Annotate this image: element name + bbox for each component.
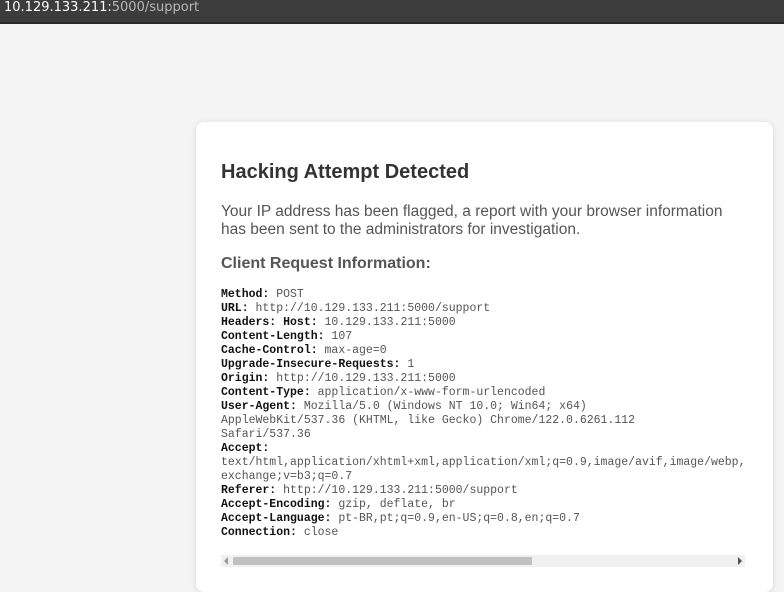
request-field-value: http://10.129.133.211:5000/support <box>248 302 491 315</box>
request-field-value: pt-BR,pt;q=0.9,en-US;q=0.8,en;q=0.7 <box>331 512 580 525</box>
url-host: 10.129.133.211: <box>4 0 112 15</box>
request-field-value: gzip, deflate, br <box>331 498 456 511</box>
request-field: Accept-Language: pt-BR,pt;q=0.9,en-US;q=… <box>221 512 580 525</box>
request-info-text: Method: POST URL: http://10.129.133.211:… <box>221 288 745 540</box>
request-field-key: Referer: <box>221 484 277 497</box>
request-field: Content-Length: 107 <box>221 330 352 343</box>
scroll-left-icon[interactable] <box>224 557 228 565</box>
request-info-box[interactable]: Method: POST URL: http://10.129.133.211:… <box>221 288 745 554</box>
horizontal-scrollbar[interactable] <box>221 555 745 567</box>
alert-card: Hacking Attempt Detected Your IP address… <box>196 122 773 592</box>
request-field-key: Origin: <box>221 372 270 385</box>
request-field: Headers: Host: 10.129.133.211:5000 <box>221 316 456 329</box>
page-title: Hacking Attempt Detected <box>221 161 470 183</box>
request-field: Cache-Control: max-age=0 <box>221 344 387 357</box>
scroll-right-icon[interactable] <box>738 557 742 565</box>
request-field-key: User-Agent: <box>221 400 297 413</box>
request-field-value: 10.129.133.211:5000 <box>317 316 456 329</box>
request-field-key: Accept-Encoding: <box>221 498 332 511</box>
request-field: Upgrade-Insecure-Requests: 1 <box>221 358 414 371</box>
request-field-value: POST <box>269 288 304 301</box>
request-field-value: 1 <box>400 358 415 371</box>
request-field-key: Accept: <box>221 442 270 455</box>
request-field: User-Agent: Mozilla/5.0 (Windows NT 10.0… <box>221 400 635 441</box>
request-field-key: Connection: <box>221 526 297 539</box>
request-field-value: http://10.129.133.211:5000/support <box>276 484 518 497</box>
request-field: Accept-Encoding: gzip, deflate, br <box>221 498 456 511</box>
request-field: Origin: http://10.129.133.211:5000 <box>221 372 456 385</box>
request-field-value: application/x-www-form-urlencoded <box>310 386 546 399</box>
request-field-key: Method: <box>221 288 270 301</box>
request-field: Method: POST <box>221 288 304 301</box>
request-field: Accept: text/html,application/xhtml+xml,… <box>221 442 745 483</box>
url-path: 5000/support <box>111 0 200 15</box>
request-field: URL: http://10.129.133.211:5000/support <box>221 302 490 315</box>
request-field-key: Accept-Language: <box>221 512 332 525</box>
request-field-key: Content-Type: <box>221 386 311 399</box>
request-field-key: Cache-Control: <box>221 344 318 357</box>
scrollbar-thumb[interactable] <box>233 557 532 565</box>
request-field-key: URL: <box>221 302 249 315</box>
request-field-value: http://10.129.133.211:5000 <box>269 372 456 385</box>
request-field-value: 107 <box>324 330 353 343</box>
request-field-key: Content-Length: <box>221 330 325 343</box>
request-field-value: text/html,application/xhtml+xml,applicat… <box>221 456 745 483</box>
request-field-value: close <box>296 526 339 539</box>
request-field: Connection: close <box>221 526 338 539</box>
request-field-key: Upgrade-Insecure-Requests: <box>221 358 401 371</box>
warning-message: Your IP address has been flagged, a repo… <box>221 203 723 238</box>
request-field: Referer: http://10.129.133.211:5000/supp… <box>221 484 518 497</box>
address-bar[interactable]: 10.129.133.211:5000/support <box>0 0 784 24</box>
request-field-value: max-age=0 <box>317 344 387 357</box>
request-field-key: Headers: Host: <box>221 316 318 329</box>
request-field: Content-Type: application/x-www-form-url… <box>221 386 545 399</box>
section-heading: Client Request Information: <box>221 255 431 272</box>
